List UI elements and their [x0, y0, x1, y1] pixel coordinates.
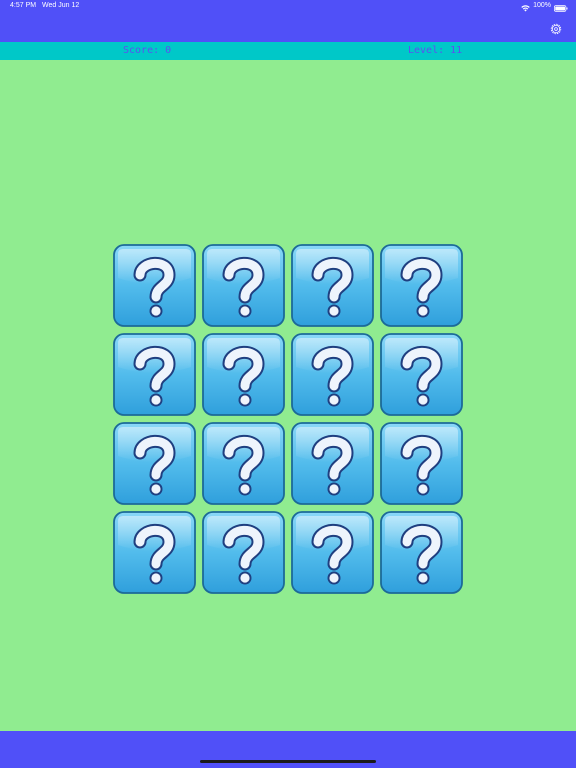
- card-2-3[interactable]: [291, 333, 374, 416]
- card-1-3[interactable]: [291, 244, 374, 327]
- home-indicator[interactable]: [200, 760, 376, 763]
- question-mark-icon: [202, 333, 285, 416]
- card-3-3[interactable]: [291, 422, 374, 505]
- status-indicators: 100%: [521, 1, 568, 12]
- question-mark-icon: [113, 244, 196, 327]
- question-mark-icon: [291, 511, 374, 594]
- question-mark-icon: [113, 511, 196, 594]
- game-screen: 4:57 PM Wed Jun 12 100% Score: 0 Level: …: [0, 0, 576, 768]
- top-bar: 4:57 PM Wed Jun 12 100%: [0, 0, 576, 42]
- card-3-2[interactable]: [202, 422, 285, 505]
- card-2-4[interactable]: [380, 333, 463, 416]
- wifi-icon: [521, 0, 530, 16]
- question-mark-icon: [202, 244, 285, 327]
- card-2-2[interactable]: [202, 333, 285, 416]
- card-1-2[interactable]: [202, 244, 285, 327]
- card-3-1[interactable]: [113, 422, 196, 505]
- question-mark-icon: [380, 244, 463, 327]
- question-mark-icon: [380, 422, 463, 505]
- question-mark-icon: [291, 244, 374, 327]
- question-mark-icon: [380, 333, 463, 416]
- card-4-2[interactable]: [202, 511, 285, 594]
- card-1-4[interactable]: [380, 244, 463, 327]
- question-mark-icon: [113, 422, 196, 505]
- question-mark-icon: [291, 333, 374, 416]
- battery-percentage: 100%: [533, 2, 551, 9]
- score-label: Score: 0: [123, 45, 172, 56]
- score-bar: Score: 0 Level: 11: [0, 42, 576, 60]
- card-4-3[interactable]: [291, 511, 374, 594]
- card-1-1[interactable]: [113, 244, 196, 327]
- status-date: Wed Jun 12: [42, 2, 80, 9]
- card-3-4[interactable]: [380, 422, 463, 505]
- question-mark-icon: [380, 511, 463, 594]
- status-time: 4:57 PM: [10, 2, 37, 9]
- question-mark-icon: [202, 511, 285, 594]
- question-mark-icon: [202, 422, 285, 505]
- card-4-4[interactable]: [380, 511, 463, 594]
- gear-icon[interactable]: [549, 21, 563, 35]
- question-mark-icon: [113, 333, 196, 416]
- battery-icon: [554, 0, 568, 16]
- question-mark-icon: [291, 422, 374, 505]
- card-grid: [113, 244, 463, 594]
- card-4-1[interactable]: [113, 511, 196, 594]
- level-label: Level: 11: [408, 45, 463, 56]
- card-2-1[interactable]: [113, 333, 196, 416]
